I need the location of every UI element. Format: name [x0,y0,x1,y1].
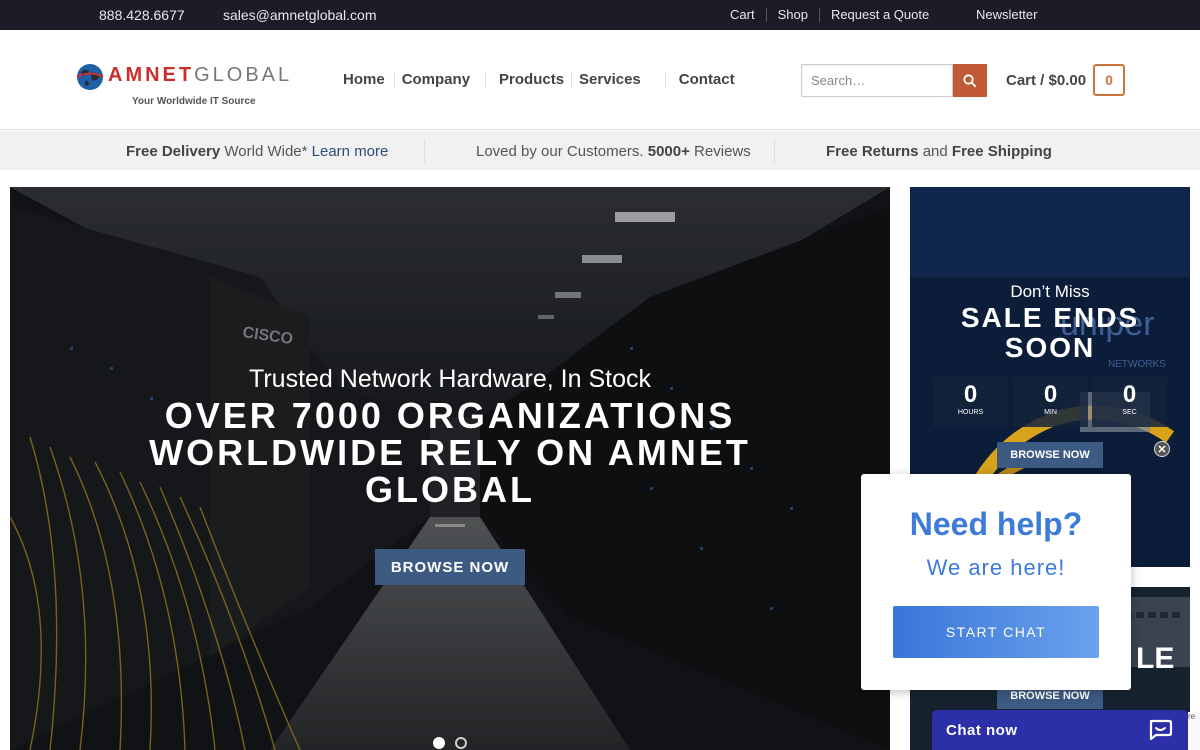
product-banner-text: LE [1136,642,1175,675]
countdown-unit: MIN [1044,409,1057,416]
chat-now-label: Chat now [946,722,1018,739]
globe-icon [76,64,104,90]
promo-free-shipping: Free Shipping [951,143,1052,160]
chat-now-bar[interactable]: Chat now [932,710,1188,750]
promo-delivery: Free Delivery World Wide* Learn more [126,143,388,160]
top-link-newsletter[interactable]: Newsletter [976,7,1037,22]
main-nav: Home Company Products Services Contact [343,71,735,88]
cart-count-badge[interactable]: 0 [1093,64,1125,96]
sale-dont-miss: Don’t Miss [1010,282,1090,301]
countdown-value: 0 [963,381,978,408]
countdown-minutes: 0 MIN [1013,377,1088,427]
chat-help-title: Need help? [909,506,1083,542]
nav-divider [393,72,395,87]
countdown-value: 0 [1043,381,1058,408]
promo-free-returns: Free Returns [826,143,919,160]
top-link-cart[interactable]: Cart [730,7,755,22]
chat-bubble-icon [1149,719,1173,741]
nav-divider [485,72,487,87]
promo-reviews-count: 5000+ [647,143,690,160]
top-links: Cart Shop Request a Quote [730,7,929,22]
divider [818,7,820,22]
site-logo[interactable]: AMNETGLOBAL Your Worldwide IT Source [75,61,315,111]
hero-headline-line: WORLDWIDE RELY ON AMNET [149,432,751,473]
countdown-unit: SEC [1122,409,1137,416]
site-header: AMNETGLOBAL Your Worldwide IT Source Hom… [0,30,1200,130]
hero-divider [435,524,465,527]
email-link[interactable]: sales@amnetglobal.com [223,7,377,23]
logo-tagline: Your Worldwide IT Source [132,96,256,107]
countdown-unit: HOURS [957,409,984,416]
slider-dot-1[interactable] [433,737,445,749]
sale-browse-now-button[interactable]: BROWSE NOW [997,442,1103,468]
countdown-seconds: 0 SEC [1092,377,1167,427]
nav-divider [571,72,573,87]
recaptcha-badge: re [1188,712,1200,750]
nav-company[interactable]: Company [402,71,470,88]
promo-reviews: Loved by our Customers. 5000+ Reviews [476,143,751,160]
top-bar: 888.428.6677 sales@amnetglobal.com Cart … [0,0,1200,30]
divider [424,139,425,163]
logo-global: GLOBAL [194,64,293,86]
promo-strip: Free Delivery World Wide* Learn more Lov… [0,131,1200,170]
close-icon[interactable]: ✕ [1154,441,1170,457]
recaptcha-text: re [1188,712,1196,721]
search-form: Search… [801,64,987,97]
sale-title: SALE ENDS SOON [910,303,1190,363]
search-icon [963,73,977,87]
nav-divider [664,72,666,87]
start-chat-button[interactable]: START CHAT [893,606,1099,658]
chat-help-subtitle: We are here! [926,555,1066,580]
phone-number[interactable]: 888.428.6677 [99,7,185,23]
hero-headline-line: OVER 7000 ORGANIZATIONS [164,395,736,436]
hero-browse-now-button[interactable]: BROWSE NOW [375,549,525,585]
countdown-hours: 0 HOURS [933,377,1008,427]
slider-dot-2[interactable] [455,737,467,749]
nav-products[interactable]: Products [499,71,564,88]
hero-headline-line: GLOBAL [365,469,535,510]
promo-delivery-text: World Wide* [220,143,312,160]
nav-home[interactable]: Home [343,71,385,88]
promo-loved-text: Loved by our Customers. [476,143,648,160]
divider [774,139,775,163]
top-link-request-quote[interactable]: Request a Quote [831,7,929,22]
top-link-shop[interactable]: Shop [778,7,808,22]
sale-title-line: SALE ENDS [960,302,1140,333]
chat-help-popup: Need help? We are here! START CHAT [861,474,1131,690]
countdown-value: 0 [1122,381,1137,408]
nav-contact[interactable]: Contact [679,71,735,88]
promo-and: and [918,143,952,160]
nav-services[interactable]: Services [579,71,641,88]
promo-reviews-text: Reviews [689,143,751,160]
logo-amnet: AMNET [108,64,195,86]
header-cart[interactable]: Cart / $0.00 [1006,72,1086,89]
promo-delivery-bold: Free Delivery [126,143,221,160]
search-input[interactable]: Search… [801,64,953,97]
promo-returns: Free Returns and Free Shipping [826,143,1052,160]
sale-title-line: SOON [1004,332,1096,363]
search-button[interactable] [953,64,987,97]
hero-headline: OVER 7000 ORGANIZATIONS WORLDWIDE RELY O… [10,397,890,508]
hero-slider[interactable]: CISCO Trusted Network Hardware, In Stock… [10,187,890,750]
logo-wordmark: AMNETGLOBAL [108,64,292,87]
learn-more-link[interactable]: Learn more [312,143,389,160]
hero-subtitle: Trusted Network Hardware, In Stock [249,365,651,393]
divider [765,7,767,22]
